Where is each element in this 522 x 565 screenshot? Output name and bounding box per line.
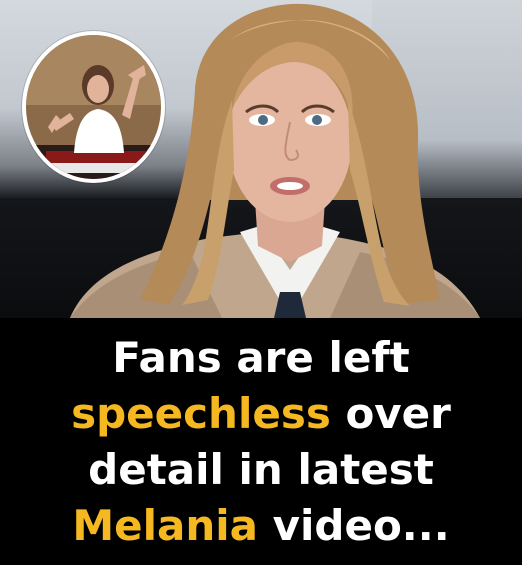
headline-text: video... [258, 501, 450, 550]
inset-photo [22, 31, 165, 183]
post-card[interactable]: Fans are left speechless over detail in … [0, 0, 522, 565]
main-photo [0, 0, 522, 318]
headline-line-4: Melania video... [0, 498, 522, 554]
headline-text: Fans are left [112, 333, 410, 382]
headline-highlight: Melania [72, 501, 258, 550]
inset-illustration [26, 35, 161, 179]
headline-line-1: Fans are left [0, 330, 522, 386]
headline-line-3: detail in latest [0, 442, 522, 498]
headline-text: detail in latest [88, 445, 434, 494]
headline: Fans are left speechless over detail in … [0, 318, 522, 565]
headline-line-2: speechless over [0, 386, 522, 442]
headline-text: over [330, 389, 451, 438]
headline-highlight: speechless [71, 389, 331, 438]
